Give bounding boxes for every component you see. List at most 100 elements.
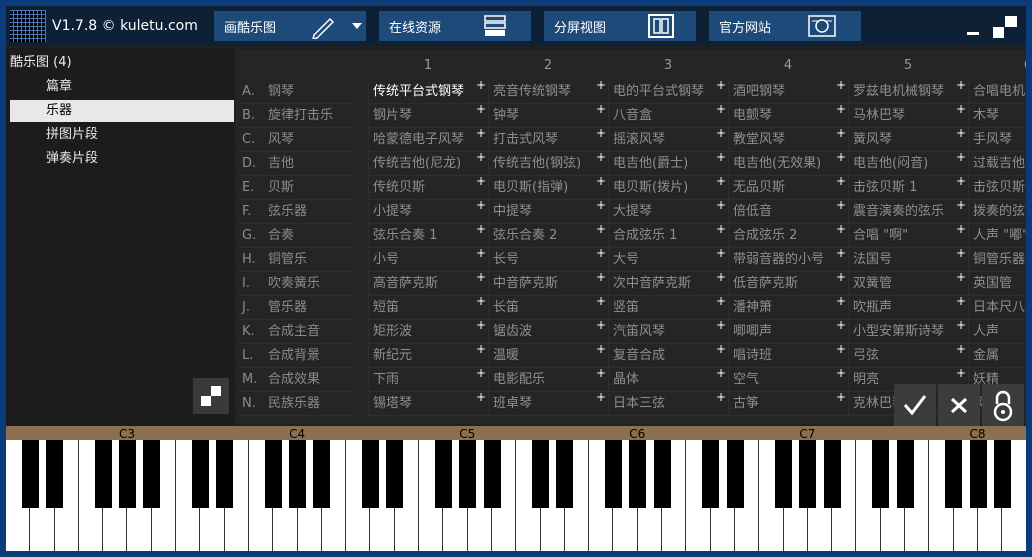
- add-icon[interactable]: +: [476, 392, 486, 409]
- add-icon[interactable]: +: [476, 272, 486, 289]
- add-icon[interactable]: +: [836, 248, 846, 265]
- instrument-cell[interactable]: 竖笛 +: [608, 296, 728, 320]
- black-key[interactable]: [945, 440, 963, 508]
- instrument-cell[interactable]: 钢片琴 +: [368, 104, 488, 128]
- instrument-cell[interactable]: 短笛 +: [368, 296, 488, 320]
- add-icon[interactable]: +: [956, 224, 966, 241]
- black-key[interactable]: [313, 440, 331, 508]
- instrument-cell[interactable]: 汽笛风琴 +: [608, 320, 728, 344]
- add-icon[interactable]: +: [596, 368, 606, 385]
- instrument-cell[interactable]: 八音盒 +: [608, 104, 728, 128]
- instrument-cell[interactable]: 电影配乐 +: [488, 368, 608, 392]
- instrument-cell[interactable]: 电贝斯(拨片) +: [608, 176, 728, 200]
- add-icon[interactable]: +: [956, 272, 966, 289]
- instrument-cell[interactable]: 倍低音 +: [728, 200, 848, 224]
- row-category[interactable]: I. 吹奏簧乐: [238, 272, 356, 296]
- instrument-cell[interactable]: 传统吉他(钢弦) +: [488, 152, 608, 176]
- add-icon[interactable]: +: [596, 224, 606, 241]
- instrument-cell[interactable]: 带弱音器的小号 +: [728, 248, 848, 272]
- instrument-cell[interactable]: 日本尺八+: [968, 296, 1026, 320]
- instrument-cell[interactable]: 长笛 +: [488, 296, 608, 320]
- instrument-cell[interactable]: 下雨 +: [368, 368, 488, 392]
- add-icon[interactable]: +: [476, 320, 486, 337]
- row-category[interactable]: B. 旋律打击乐: [238, 104, 356, 128]
- add-icon[interactable]: +: [956, 296, 966, 313]
- add-icon[interactable]: +: [956, 152, 966, 169]
- instrument-cell[interactable]: 唧唧声 +: [728, 320, 848, 344]
- instrument-cell[interactable]: 电颤琴 +: [728, 104, 848, 128]
- add-icon[interactable]: +: [956, 200, 966, 217]
- add-icon[interactable]: +: [956, 368, 966, 385]
- black-key[interactable]: [799, 440, 817, 508]
- add-icon[interactable]: +: [836, 368, 846, 385]
- sidebar-item-chapter[interactable]: 篇章: [10, 76, 234, 98]
- black-key[interactable]: [993, 440, 1011, 508]
- instrument-cell[interactable]: 中提琴 +: [488, 200, 608, 224]
- black-key[interactable]: [386, 440, 404, 508]
- add-icon[interactable]: +: [596, 344, 606, 361]
- black-key[interactable]: [119, 440, 136, 508]
- black-key[interactable]: [726, 440, 744, 508]
- instrument-cell[interactable]: 击弦贝斯 1 +: [848, 176, 968, 200]
- add-icon[interactable]: +: [716, 80, 726, 97]
- row-category[interactable]: G. 合奏: [238, 224, 356, 248]
- instrument-cell[interactable]: 法国号 +: [848, 248, 968, 272]
- black-key[interactable]: [94, 440, 112, 508]
- instrument-cell[interactable]: 潘神箫 +: [728, 296, 848, 320]
- instrument-cell[interactable]: 次中音萨克斯 +: [608, 272, 728, 296]
- row-category[interactable]: C. 风琴: [238, 128, 356, 152]
- instrument-cell[interactable]: 大号 +: [608, 248, 728, 272]
- instrument-cell[interactable]: 无品贝斯 +: [728, 176, 848, 200]
- add-icon[interactable]: +: [596, 320, 606, 337]
- instrument-cell[interactable]: 电吉他(爵士) +: [608, 152, 728, 176]
- minimize-button[interactable]: [967, 32, 979, 35]
- instrument-cell[interactable]: 钟琴 +: [488, 104, 608, 128]
- instrument-cell[interactable]: 酒吧钢琴 +: [728, 80, 848, 104]
- add-icon[interactable]: +: [716, 152, 726, 169]
- instrument-cell[interactable]: 合成弦乐 2 +: [728, 224, 848, 248]
- instrument-cell[interactable]: 摇滚风琴 +: [608, 128, 728, 152]
- instrument-cell[interactable]: 电吉他(闷音) +: [848, 152, 968, 176]
- row-category[interactable]: M. 合成效果: [238, 368, 356, 392]
- black-key[interactable]: [483, 440, 501, 508]
- instrument-cell[interactable]: 高音萨克斯 +: [368, 272, 488, 296]
- instrument-cell[interactable]: 温暖 +: [488, 344, 608, 368]
- instrument-cell[interactable]: 手风琴+: [968, 128, 1026, 152]
- black-key[interactable]: [629, 440, 647, 508]
- instrument-cell[interactable]: 低音萨克斯 +: [728, 272, 848, 296]
- cancel-button[interactable]: [938, 384, 980, 426]
- confirm-button[interactable]: [894, 384, 936, 426]
- draw-button[interactable]: 画酷乐图: [214, 11, 366, 41]
- instrument-cell[interactable]: 锯齿波 +: [488, 320, 608, 344]
- online-resources-button[interactable]: 在线资源: [379, 11, 531, 41]
- instrument-cell[interactable]: 古筝 +: [728, 392, 848, 416]
- instrument-cell[interactable]: 亮音传统钢琴 +: [488, 80, 608, 104]
- instrument-cell[interactable]: 传统平台式钢琴 +: [368, 80, 488, 104]
- instrument-cell[interactable]: 罗兹电机械钢琴 +: [848, 80, 968, 104]
- add-icon[interactable]: +: [596, 80, 606, 97]
- add-icon[interactable]: +: [836, 392, 846, 409]
- black-key[interactable]: [775, 440, 793, 508]
- add-icon[interactable]: +: [836, 320, 846, 337]
- row-category[interactable]: D. 吉他: [238, 152, 356, 176]
- add-icon[interactable]: +: [476, 104, 486, 121]
- instrument-cell[interactable]: 小提琴 +: [368, 200, 488, 224]
- add-icon[interactable]: +: [596, 152, 606, 169]
- lock-button[interactable]: [982, 384, 1024, 426]
- instrument-cell[interactable]: 木琴+: [968, 104, 1026, 128]
- add-icon[interactable]: +: [596, 128, 606, 145]
- official-site-button[interactable]: 官方网站: [709, 11, 861, 41]
- instrument-cell[interactable]: 弦乐合奏 1 +: [368, 224, 488, 248]
- black-key[interactable]: [289, 440, 307, 508]
- add-icon[interactable]: +: [596, 104, 606, 121]
- instrument-cell[interactable]: 人声+: [968, 320, 1026, 344]
- instrument-cell[interactable]: 电的平台式钢琴 +: [608, 80, 728, 104]
- black-key[interactable]: [969, 440, 987, 508]
- black-key[interactable]: [653, 440, 671, 508]
- black-key[interactable]: [823, 440, 841, 508]
- instrument-cell[interactable]: 双簧管 +: [848, 272, 968, 296]
- add-icon[interactable]: +: [716, 248, 726, 265]
- instrument-cell[interactable]: 唱诗班 +: [728, 344, 848, 368]
- black-key[interactable]: [191, 440, 209, 508]
- instrument-cell[interactable]: 击弦贝斯+: [968, 176, 1026, 200]
